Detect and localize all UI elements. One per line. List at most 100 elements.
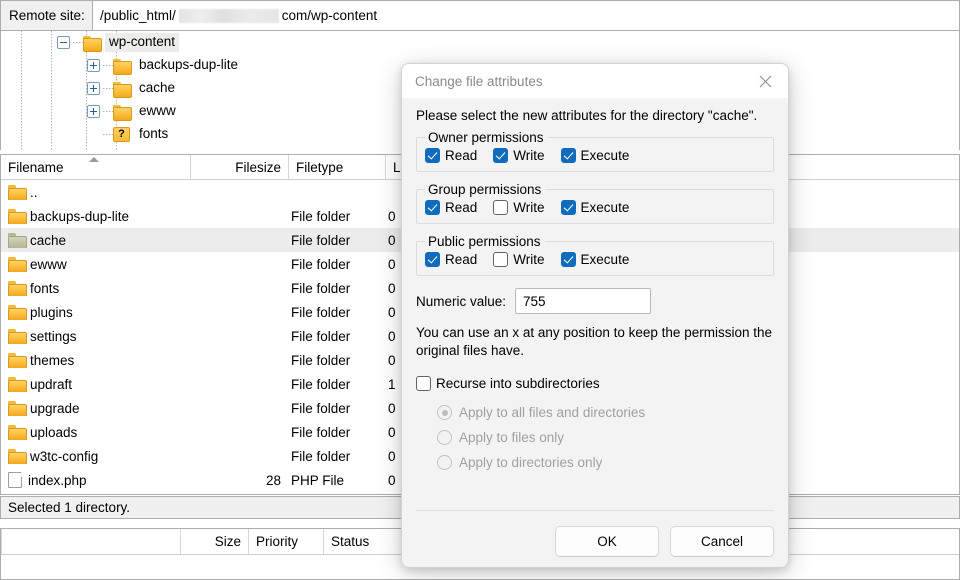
cell-filename: settings: [1, 329, 191, 344]
radio-unselected-icon: [437, 430, 452, 445]
file-icon: [8, 472, 22, 488]
tree-node-label: backups-dup-lite: [135, 56, 242, 75]
tree-node-label: ewww: [135, 102, 180, 121]
expand-node-icon[interactable]: [87, 105, 100, 118]
queue-column-priority[interactable]: Priority: [249, 529, 324, 554]
folder-icon: [8, 425, 25, 439]
permission-checkbox-row: Read Write Execute: [425, 199, 765, 215]
permission-checkbox-read[interactable]: Read: [425, 252, 477, 267]
tree-node-label: wp-content: [105, 33, 179, 52]
remote-site-path-input[interactable]: /public_html/com/wp-content: [92, 0, 960, 31]
permission-checkbox-execute[interactable]: Execute: [561, 148, 630, 163]
cell-filename-label: ..: [30, 185, 38, 200]
apply-scope-option: Apply to directories only: [437, 450, 774, 475]
cell-filename-label: ewww: [30, 257, 67, 272]
checkbox-checked-icon: [493, 148, 508, 163]
column-header-filename-label: Filename: [8, 160, 64, 175]
tree-node[interactable]: wp-content: [1, 31, 959, 54]
column-header-filesize[interactable]: Filesize: [191, 155, 289, 179]
permission-checkbox-label: Execute: [581, 148, 630, 163]
cell-filename: upgrade: [1, 401, 191, 416]
queue-column-server-local[interactable]: [1, 529, 181, 554]
cell-filename: ewww: [1, 257, 191, 272]
tree-connector-line: [103, 134, 113, 135]
radio-selected-icon: [437, 405, 452, 420]
cell-filename-label: upgrade: [30, 401, 80, 416]
dialog-titlebar: Change file attributes: [402, 64, 788, 98]
numeric-value-hint: You can use an x at any position to keep…: [416, 324, 774, 360]
permission-group: Owner permissionsReadWriteExecute: [416, 130, 774, 172]
tree-connector-line: [103, 88, 113, 89]
permission-checkbox-label: Execute: [581, 252, 630, 267]
expand-node-icon[interactable]: [87, 59, 100, 72]
permission-checkbox-write[interactable]: Write: [493, 252, 544, 267]
cancel-button[interactable]: Cancel: [670, 526, 774, 557]
folder-icon: [8, 401, 25, 415]
column-header-filetype[interactable]: Filetype: [289, 155, 386, 179]
expand-node-icon[interactable]: [87, 82, 100, 95]
folder-icon: [8, 281, 25, 295]
folder-icon: [8, 353, 25, 367]
numeric-value-input[interactable]: [515, 288, 651, 314]
permission-checkbox-read[interactable]: Read: [425, 148, 477, 163]
apply-scope-radio-group: Apply to all files and directories Apply …: [416, 400, 774, 475]
ok-button[interactable]: OK: [555, 526, 659, 557]
column-header-filetype-label: Filetype: [296, 160, 343, 175]
cell-filename: w3tc-config: [1, 449, 191, 464]
apply-scope-option-label: Apply to directories only: [459, 455, 602, 470]
collapse-node-icon[interactable]: [57, 36, 70, 49]
cell-filename-label: backups-dup-lite: [30, 209, 129, 224]
dialog-separator: [416, 510, 774, 511]
recurse-checkbox-label: Recurse into subdirectories: [436, 376, 600, 391]
permission-checkbox-write[interactable]: Write: [493, 148, 544, 163]
cell-filename-label: updraft: [30, 377, 72, 392]
cell-filename-label: w3tc-config: [30, 449, 98, 464]
cell-filetype: File folder: [289, 209, 386, 224]
checkbox-unchecked-icon: [493, 252, 508, 267]
checkbox-checked-icon: [425, 148, 440, 163]
cell-filename: themes: [1, 353, 191, 368]
cell-filetype: File folder: [289, 281, 386, 296]
column-header-lastmodified-label: L: [393, 160, 401, 175]
tree-connector-line: [103, 111, 113, 112]
recurse-into-subdirectories-checkbox[interactable]: Recurse into subdirectories: [416, 376, 774, 391]
checkbox-checked-icon: [561, 252, 576, 267]
permission-groups: Owner permissionsReadWriteExecuteGroup p…: [416, 130, 774, 276]
unknown-file-icon: ?: [113, 127, 130, 142]
folder-icon: [113, 82, 130, 96]
checkbox-checked-icon: [425, 200, 440, 215]
cell-filename-label: plugins: [30, 305, 73, 320]
permission-checkbox-execute[interactable]: Execute: [561, 200, 630, 215]
cell-filename: updraft: [1, 377, 191, 392]
cell-filetype: File folder: [289, 377, 386, 392]
folder-icon: [8, 377, 25, 391]
cell-filetype: File folder: [289, 329, 386, 344]
cell-filename: plugins: [1, 305, 191, 320]
checkbox-unchecked-icon: [493, 200, 508, 215]
queue-column-size[interactable]: Size: [181, 529, 249, 554]
permission-checkbox-label: Read: [445, 252, 477, 267]
apply-scope-option: Apply to all files and directories: [437, 400, 774, 425]
permission-checkbox-read[interactable]: Read: [425, 200, 477, 215]
column-header-filesize-label: Filesize: [235, 160, 281, 175]
checkbox-checked-icon: [561, 148, 576, 163]
cell-filetype: File folder: [289, 425, 386, 440]
numeric-value-row: Numeric value:: [416, 288, 774, 314]
permission-checkbox-write[interactable]: Write: [493, 200, 544, 215]
numeric-value-label: Numeric value:: [416, 294, 506, 309]
checkbox-checked-icon: [561, 200, 576, 215]
radio-unselected-icon: [437, 455, 452, 470]
queue-column-status-label: Status: [331, 534, 369, 549]
checkbox-unchecked-icon: [416, 376, 431, 391]
permission-checkbox-label: Write: [513, 252, 544, 267]
cell-filename: ..: [1, 185, 191, 200]
folder-icon: [83, 36, 100, 50]
folder-icon: [8, 209, 25, 223]
column-header-filename[interactable]: Filename: [1, 155, 191, 179]
status-bar-text: Selected 1 directory.: [8, 500, 130, 515]
apply-scope-option-label: Apply to all files and directories: [459, 405, 645, 420]
close-icon[interactable]: [743, 64, 788, 98]
folder-icon: [8, 449, 25, 463]
permission-checkbox-execute[interactable]: Execute: [561, 252, 630, 267]
cell-filetype: File folder: [289, 449, 386, 464]
